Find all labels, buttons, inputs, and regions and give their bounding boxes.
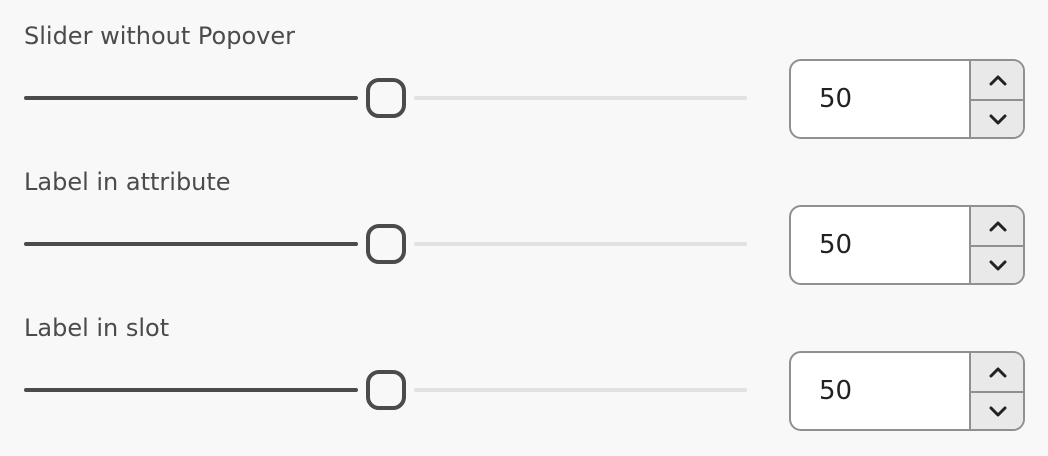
- slider-track-rest: [413, 242, 747, 246]
- chevron-up-icon: [989, 221, 1007, 232]
- increment-button[interactable]: [969, 61, 1023, 100]
- slider-group: Label in slot: [0, 292, 1048, 438]
- increment-button[interactable]: [969, 353, 1023, 392]
- decrement-button[interactable]: [969, 392, 1023, 429]
- chevron-up-icon: [989, 75, 1007, 86]
- decrement-button[interactable]: [969, 246, 1023, 283]
- slider-label: Label in slot: [24, 314, 170, 342]
- slider-handle[interactable]: [365, 224, 406, 264]
- number-input[interactable]: [791, 207, 967, 283]
- number-field: [789, 59, 1025, 139]
- chevron-down-icon: [989, 260, 1007, 271]
- slider-group: Label in attribute: [0, 146, 1048, 292]
- number-field: [789, 205, 1025, 285]
- chevron-down-icon: [989, 406, 1007, 417]
- slider-handle[interactable]: [365, 78, 406, 118]
- chevron-up-icon: [989, 367, 1007, 378]
- number-field: [789, 351, 1025, 431]
- slider-fill: [24, 242, 358, 246]
- slider-track-rest: [413, 388, 747, 392]
- slider-handle[interactable]: [365, 370, 406, 410]
- decrement-button[interactable]: [969, 100, 1023, 137]
- slider-group: Slider without Popover: [0, 0, 1048, 146]
- slider-label: Label in attribute: [24, 168, 231, 196]
- slider-track-rest: [413, 96, 747, 100]
- slider-fill: [24, 96, 358, 100]
- slider-label: Slider without Popover: [24, 22, 295, 50]
- increment-button[interactable]: [969, 207, 1023, 246]
- slider-fill: [24, 388, 358, 392]
- chevron-down-icon: [989, 114, 1007, 125]
- number-input[interactable]: [791, 61, 967, 137]
- number-input[interactable]: [791, 353, 967, 429]
